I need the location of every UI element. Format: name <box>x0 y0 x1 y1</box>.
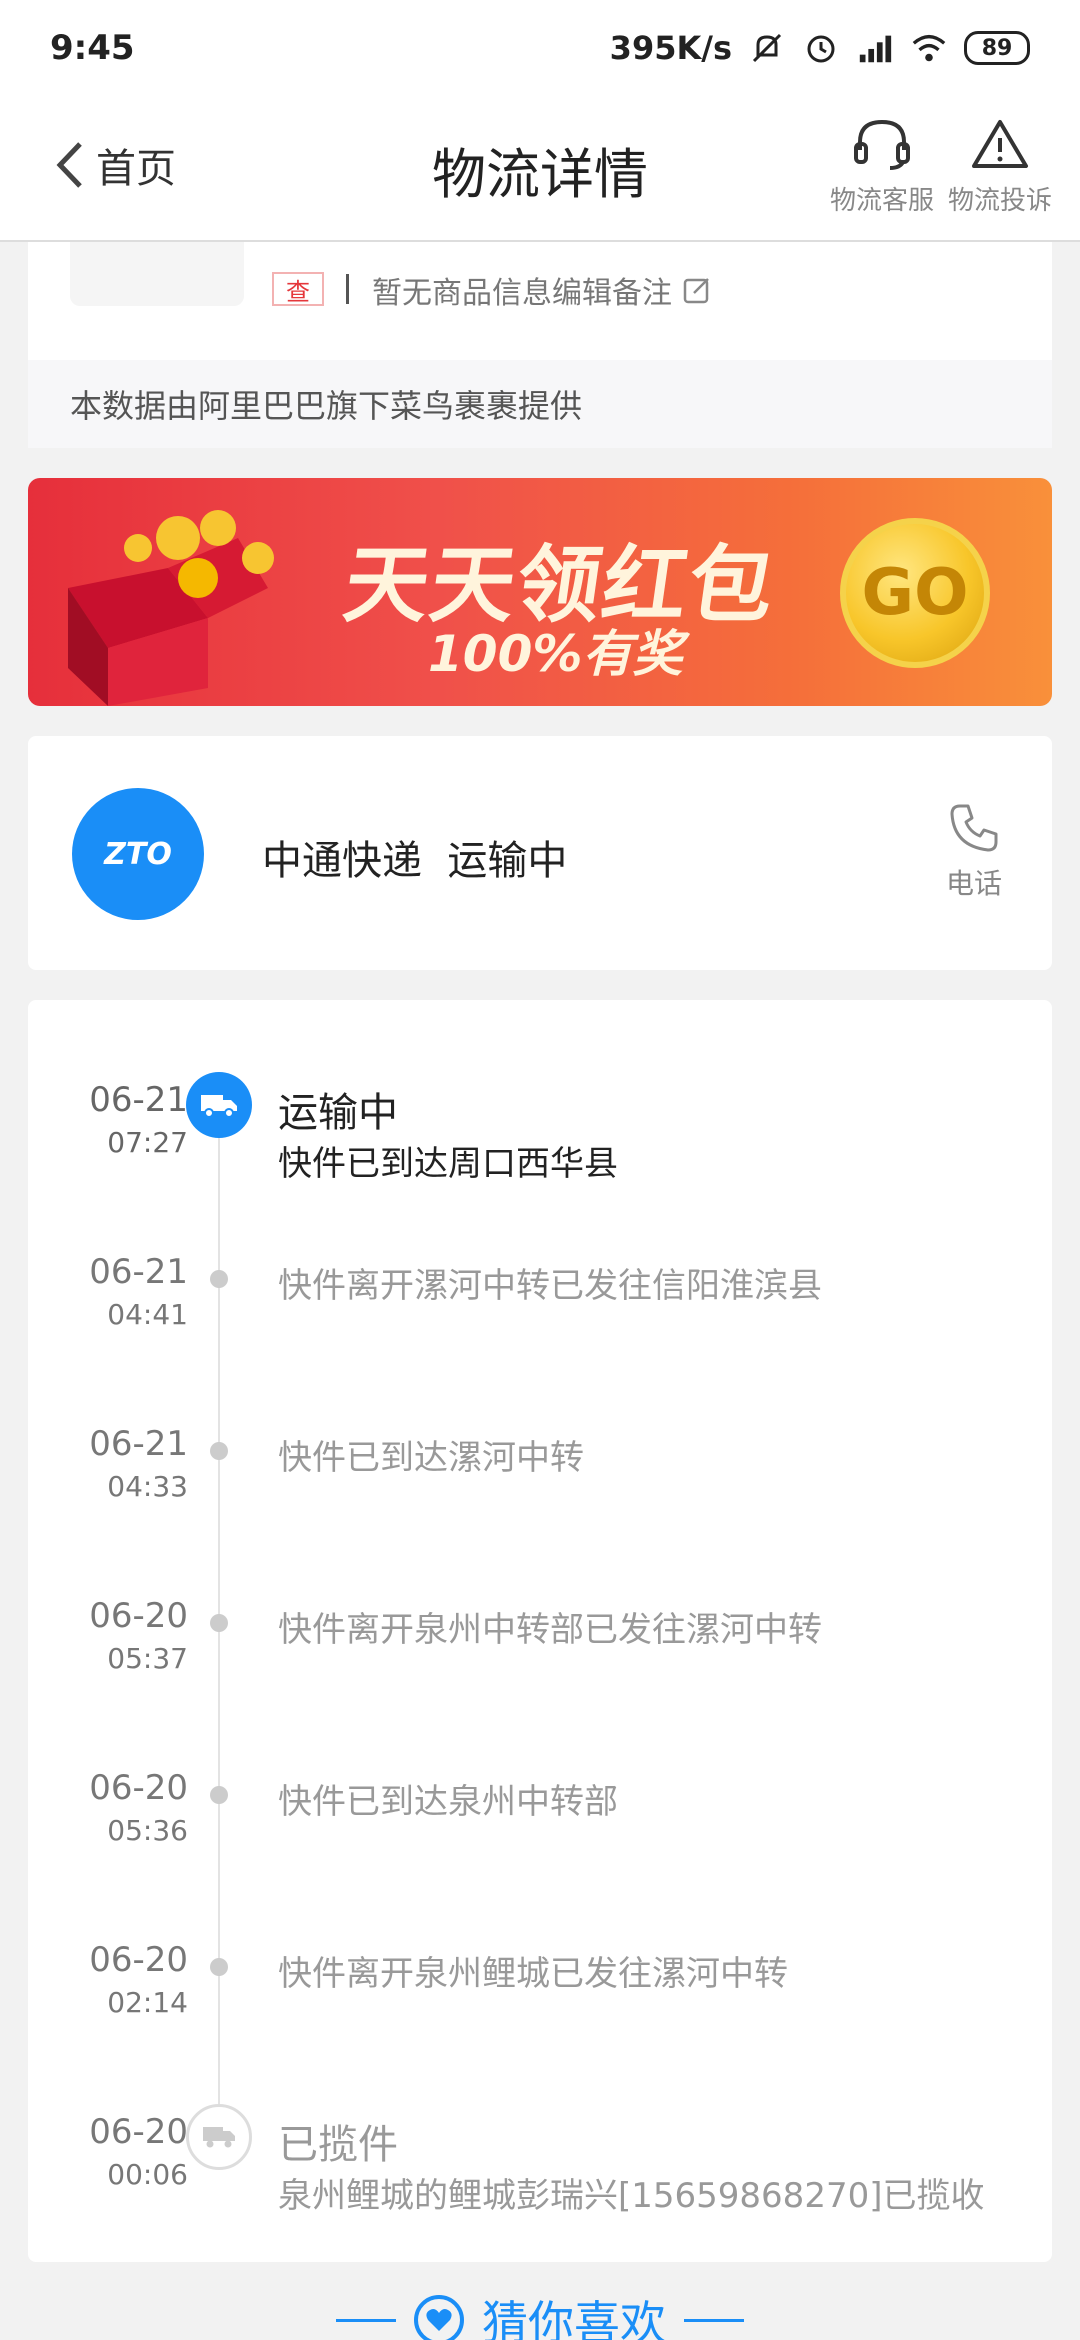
carrier-status: 中通快递 运输中 <box>262 838 568 884</box>
timeline-dot <box>210 1442 228 1460</box>
event-description: 快件已到达周口西华县 <box>278 1144 618 1184</box>
recommend-section-header: 猜你喜欢 <box>0 2290 1080 2340</box>
warning-icon <box>972 120 1028 168</box>
call-label: 电话 <box>946 867 1003 900</box>
event-status: 已揽件 <box>278 2122 398 2168</box>
event-date: 06-21 <box>89 1424 188 1464</box>
banner-subtitle: 100%有奖 <box>428 625 683 683</box>
data-source-note: 本数据由阿里巴巴旗下菜鸟裹裹提供 <box>28 360 1052 448</box>
product-thumbnail <box>70 242 244 306</box>
alarm-icon <box>802 29 840 67</box>
decorative-line-right <box>684 2318 744 2322</box>
event-time: 05:36 <box>107 1814 188 1847</box>
timeline-dot <box>210 1614 228 1632</box>
event-description: 快件离开漯河中转已发往信阳淮滨县 <box>278 1266 822 1306</box>
event-time: 05:37 <box>107 1642 188 1675</box>
signal-icon <box>856 29 894 67</box>
event-time: 04:33 <box>107 1470 188 1503</box>
event-date: 06-20 <box>89 1596 188 1636</box>
customer-service-button[interactable]: 物流客服 <box>822 116 942 217</box>
call-button[interactable]: 电话 <box>946 800 1002 902</box>
event-date: 06-21 <box>89 1080 188 1120</box>
headset-icon <box>854 119 910 170</box>
timeline-dot <box>210 1958 228 1976</box>
status-indicators: 395K/s 89 <box>610 29 1030 67</box>
battery-icon: 89 <box>964 31 1030 65</box>
event-description: 快件离开泉州鲤城已发往漯河中转 <box>278 1954 788 1994</box>
customer-service-label: 物流客服 <box>829 186 934 216</box>
tracking-timeline: 06-21 07:27 运输中 快件已到达周口西华县 06-21 04:41 快… <box>28 1000 1052 2262</box>
timeline-dot <box>210 1786 228 1804</box>
complaint-label: 物流投诉 <box>947 186 1052 216</box>
status-bar: 9:45 395K/s 89 <box>0 0 1080 96</box>
status-time: 9:45 <box>50 28 135 68</box>
product-card: 查 暂无商品信息编辑备注 本数据由阿里巴巴旗下菜鸟裹裹提供 <box>28 242 1052 448</box>
event-description: 泉州鲤城的鲤城彭瑞兴[15659868270]已揽收 <box>278 2176 985 2216</box>
carrier-card: ZTO 中通快递 运输中 电话 <box>28 736 1052 970</box>
promo-banner[interactable]: 天天领红包 100%有奖 GO <box>28 478 1052 706</box>
pickup-icon <box>186 2104 252 2170</box>
note-text: 暂无商品信息编辑备注 <box>372 276 672 311</box>
event-description: 快件已到达漯河中转 <box>278 1438 584 1478</box>
truck-icon <box>186 1072 252 1138</box>
event-description: 快件已到达泉州中转部 <box>278 1782 618 1822</box>
event-status: 运输中 <box>278 1090 398 1136</box>
edit-icon <box>683 278 709 304</box>
mute-icon <box>748 29 786 67</box>
event-date: 06-20 <box>89 2112 188 2152</box>
event-time: 02:14 <box>107 1986 188 2019</box>
app-header: 首页 物流详情 物流客服 物流投诉 <box>0 96 1080 242</box>
decorative-line-left <box>336 2318 396 2322</box>
go-button[interactable]: GO <box>840 518 990 668</box>
event-date: 06-20 <box>89 1768 188 1808</box>
gift-box-icon <box>68 510 274 706</box>
wifi-icon <box>910 29 948 67</box>
event-description: 快件离开泉州中转部已发往漯河中转 <box>278 1610 822 1650</box>
event-date: 06-21 <box>89 1252 188 1292</box>
divider <box>346 274 349 304</box>
event-time: 00:06 <box>107 2158 188 2191</box>
timeline-dot <box>210 1270 228 1288</box>
recommend-title: 猜你喜欢 <box>482 2296 666 2340</box>
edit-note-button[interactable]: 暂无商品信息编辑备注 <box>372 268 712 312</box>
event-time: 04:41 <box>107 1298 188 1331</box>
phone-icon <box>950 804 998 852</box>
zto-logo: ZTO <box>72 788 204 920</box>
query-tag[interactable]: 查 <box>272 272 324 306</box>
event-time: 07:27 <box>107 1126 188 1159</box>
heart-icon <box>414 2295 464 2340</box>
complaint-button[interactable]: 物流投诉 <box>940 116 1060 217</box>
event-date: 06-20 <box>89 1940 188 1980</box>
network-speed: 395K/s <box>609 29 732 67</box>
